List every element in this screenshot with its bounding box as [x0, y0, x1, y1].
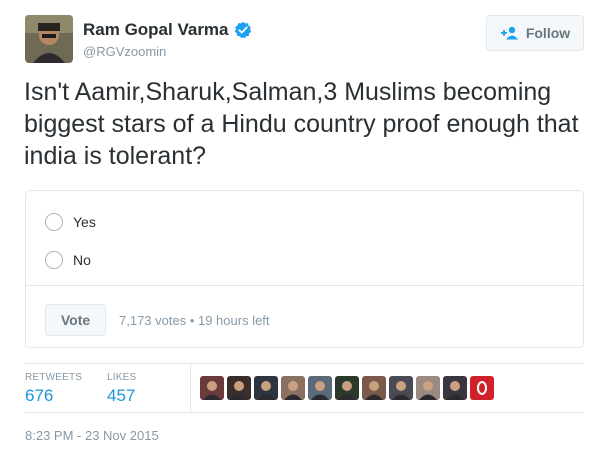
liker-avatar[interactable] — [227, 376, 251, 400]
liker-avatar[interactable] — [389, 376, 413, 400]
verified-badge-icon — [234, 21, 252, 39]
avatar[interactable] — [25, 15, 73, 63]
poll-option-no[interactable]: No — [45, 251, 91, 269]
radio-icon[interactable] — [45, 251, 63, 269]
liker-avatar[interactable] — [362, 376, 386, 400]
liker-avatar[interactable] — [281, 376, 305, 400]
liker-avatar[interactable] — [308, 376, 332, 400]
follow-button[interactable]: Follow — [486, 15, 584, 51]
user-handle[interactable]: @RGVzoomin — [83, 44, 252, 59]
user-info: Ram Gopal Varma @RGVzoomin — [83, 20, 252, 59]
liker-avatar[interactable] — [443, 376, 467, 400]
likes-stat[interactable]: LIKES 457 — [107, 372, 136, 406]
retweets-stat[interactable]: RETWEETS 676 — [25, 372, 82, 406]
radio-icon[interactable] — [45, 213, 63, 231]
liker-avatar[interactable] — [335, 376, 359, 400]
poll-card: Yes No Vote 7,173 votes • 19 hours left — [25, 190, 584, 348]
retweets-count: 676 — [25, 386, 54, 405]
follow-button-label: Follow — [525, 25, 571, 41]
poll-option-yes[interactable]: Yes — [45, 213, 96, 231]
poll-meta: 7,173 votes • 19 hours left — [119, 313, 270, 328]
tweet-stats: RETWEETS 676 LIKES 457 — [25, 363, 584, 413]
liker-avatar[interactable] — [470, 376, 494, 400]
liker-avatar[interactable] — [200, 376, 224, 400]
liker-avatar[interactable] — [416, 376, 440, 400]
user-name[interactable]: Ram Gopal Varma — [83, 20, 229, 40]
liker-avatar[interactable] — [254, 376, 278, 400]
likes-label: LIKES — [107, 372, 137, 383]
follow-person-plus-icon — [500, 26, 520, 40]
tweet-text: Isn't Aamir,Sharuk,Salman,3 Muslims beco… — [24, 78, 579, 170]
poll-option-label: Yes — [73, 214, 96, 230]
liker-avatars — [200, 376, 494, 400]
poll-divider — [26, 285, 583, 286]
tweet-timestamp[interactable]: 8:23 PM - 23 Nov 2015 — [25, 428, 159, 443]
poll-option-label: No — [73, 252, 91, 268]
vote-button[interactable]: Vote — [45, 304, 106, 336]
retweets-label: RETWEETS — [25, 372, 83, 383]
name-row: Ram Gopal Varma — [83, 20, 252, 40]
stats-divider — [190, 364, 191, 412]
likes-count: 457 — [107, 386, 136, 405]
